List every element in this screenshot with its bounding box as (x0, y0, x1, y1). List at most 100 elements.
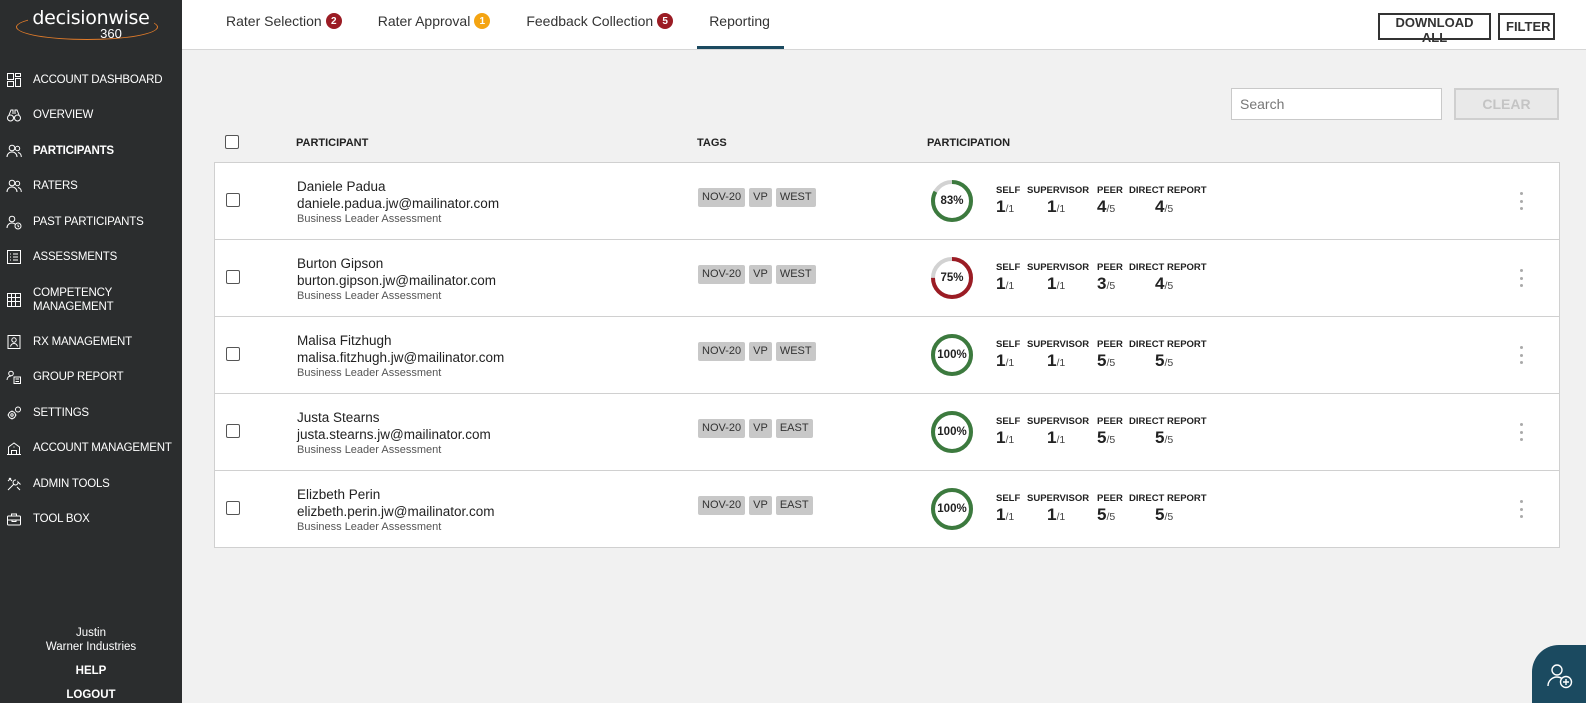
stat-peer: PEER 5/5 (1097, 416, 1123, 448)
stat-value: 4/5 (1155, 197, 1207, 217)
tag: NOV-20 (698, 496, 746, 515)
participant-name[interactable]: Justa Stearns (297, 409, 491, 426)
stat-self: SELF 1/1 (996, 493, 1020, 525)
table-row[interactable]: Daniele Padua daniele.padua.jw@mailinator… (215, 163, 1559, 240)
sidebar-item-past-participants[interactable]: PAST PARTICIPANTS (0, 204, 182, 240)
building-icon (6, 440, 22, 456)
stat-label: DIRECT REPORT (1129, 339, 1207, 350)
row-menu-icon[interactable] (1518, 423, 1524, 441)
table-row[interactable]: Justa Stearns justa.stearns.jw@mailinator… (215, 394, 1559, 471)
row-checkbox[interactable] (226, 347, 240, 361)
sidebar-item-assessments[interactable]: ASSESSMENTS (0, 240, 182, 276)
group-report-icon (6, 369, 22, 385)
brand-logo[interactable]: decisionwise 360 (0, 0, 182, 50)
logo-sub: 360 (100, 26, 122, 41)
checklist-icon (6, 249, 22, 265)
sidebar-item-settings[interactable]: SETTINGS (0, 395, 182, 431)
table-row[interactable]: Burton Gipson burton.gipson.jw@mailinator… (215, 240, 1559, 317)
stat-value: 5/5 (1155, 505, 1207, 525)
sidebar-item-rx-management[interactable]: RX MANAGEMENT (0, 324, 182, 360)
select-all-checkbox[interactable] (225, 135, 239, 149)
gears-icon (6, 405, 22, 421)
sidebar-item-raters[interactable]: RATERS (0, 169, 182, 205)
stat-total: /5 (1164, 357, 1174, 369)
search-input[interactable] (1231, 88, 1442, 120)
tab-label: Feedback Collection (526, 13, 654, 29)
row-checkbox[interactable] (226, 501, 240, 515)
tab-bar: Rater Selection 2 Rater Approval 1 Feedback … (212, 0, 792, 50)
stat-self: SELF 1/1 (996, 185, 1020, 217)
table-row[interactable]: Malisa Fitzhugh malisa.fitzhugh.jw@mailin… (215, 317, 1559, 394)
clear-button[interactable]: CLEAR (1454, 88, 1559, 120)
stat-label: DIRECT REPORT (1129, 262, 1207, 273)
tab-rater-selection[interactable]: Rater Selection 2 (212, 0, 356, 48)
dashboard-icon (6, 72, 22, 88)
column-header-participation[interactable]: PARTICIPATION (927, 137, 1010, 149)
logout-link[interactable]: LOGOUT (0, 689, 182, 703)
participant-name[interactable]: Burton Gipson (297, 255, 496, 272)
stat-peer: PEER 5/5 (1097, 493, 1123, 525)
stat-value: 5/5 (1155, 351, 1207, 371)
grid-icon (6, 292, 22, 308)
add-participant-button[interactable] (1532, 645, 1586, 703)
participant-info: Daniele Padua daniele.padua.jw@mailinator… (297, 178, 499, 227)
tag: WEST (775, 265, 816, 284)
tab-label: Rater Selection (226, 13, 322, 29)
sidebar-item-overview[interactable]: OVERVIEW (0, 98, 182, 134)
participant-name[interactable]: Malisa Fitzhugh (297, 332, 504, 349)
row-menu-icon[interactable] (1518, 346, 1524, 364)
tab-label: Rater Approval (377, 13, 471, 29)
stat-direct: DIRECT REPORT 5/5 (1129, 493, 1207, 525)
stat-value: 1/1 (996, 351, 1020, 371)
tab-reporting[interactable]: Reporting (695, 0, 784, 49)
sidebar-item-admin-tools[interactable]: ADMIN TOOLS (0, 466, 182, 502)
filter-button[interactable]: FILTER (1498, 13, 1555, 40)
stat-label: PEER (1097, 493, 1123, 504)
stat-self: SELF 1/1 (996, 262, 1020, 294)
stat-label: SELF (996, 185, 1021, 196)
stat-total: /5 (1106, 280, 1116, 292)
assessment-name: Business Leader Assessment (297, 290, 442, 302)
column-header-tags[interactable]: TAGS (697, 137, 727, 149)
stat-supervisor: SUPERVISOR 1/1 (1027, 493, 1089, 525)
sidebar-nav: ACCOUNT DASHBOARD OVERVIEW PARTICIPANTS RAT… (0, 62, 182, 537)
tab-feedback-collection[interactable]: Feedback Collection 5 (512, 0, 687, 48)
download-all-button[interactable]: DOWNLOAD ALL (1378, 13, 1491, 45)
stat-label: SUPERVISOR (1027, 493, 1090, 504)
stat-value: 1/1 (996, 505, 1020, 525)
users-history-icon (6, 214, 22, 230)
stat-label: SELF (996, 262, 1021, 273)
stat-value: 1/1 (996, 197, 1020, 217)
row-menu-icon[interactable] (1518, 269, 1524, 287)
sidebar-item-competency-management[interactable]: COMPETENCY MANAGEMENT (0, 275, 182, 324)
help-link[interactable]: HELP (0, 665, 182, 677)
stat-supervisor: SUPERVISOR 1/1 (1027, 185, 1089, 217)
sidebar-item-tool-box[interactable]: TOOL BOX (0, 502, 182, 538)
table-row[interactable]: Elizbeth Perin elizbeth.perin.jw@mailinat… (215, 471, 1559, 547)
row-checkbox[interactable] (226, 270, 240, 284)
stat-value: 3/5 (1097, 274, 1123, 294)
participant-name[interactable]: Elizbeth Perin (297, 486, 495, 503)
sidebar-item-label: TOOL BOX (33, 513, 90, 526)
stat-value: 1/1 (1047, 351, 1089, 371)
row-checkbox[interactable] (226, 424, 240, 438)
toolbox-icon (6, 511, 22, 527)
sidebar-item-group-report[interactable]: GROUP REPORT (0, 360, 182, 396)
row-checkbox[interactable] (226, 193, 240, 207)
tab-rater-approval[interactable]: Rater Approval 1 (364, 0, 505, 48)
participant-name[interactable]: Daniele Padua (297, 178, 499, 195)
participation-percent: 100% (937, 503, 967, 515)
sidebar-item-account-dashboard[interactable]: ACCOUNT DASHBOARD (0, 62, 182, 98)
sidebar-item-participants[interactable]: PARTICIPANTS (0, 133, 182, 169)
stat-label: PEER (1097, 185, 1123, 196)
row-menu-icon[interactable] (1518, 500, 1524, 518)
sidebar-item-account-management[interactable]: ACCOUNT MANAGEMENT (0, 431, 182, 467)
row-menu-icon[interactable] (1518, 192, 1524, 210)
column-header-participant[interactable]: PARTICIPANT (296, 137, 368, 149)
stat-total: /5 (1164, 511, 1174, 523)
assessment-name: Business Leader Assessment (297, 521, 442, 533)
stat-total: /1 (1005, 203, 1015, 215)
participation-percent: 83% (940, 195, 964, 207)
tag: VP (749, 342, 772, 361)
participation-ring: 100% (929, 332, 975, 378)
